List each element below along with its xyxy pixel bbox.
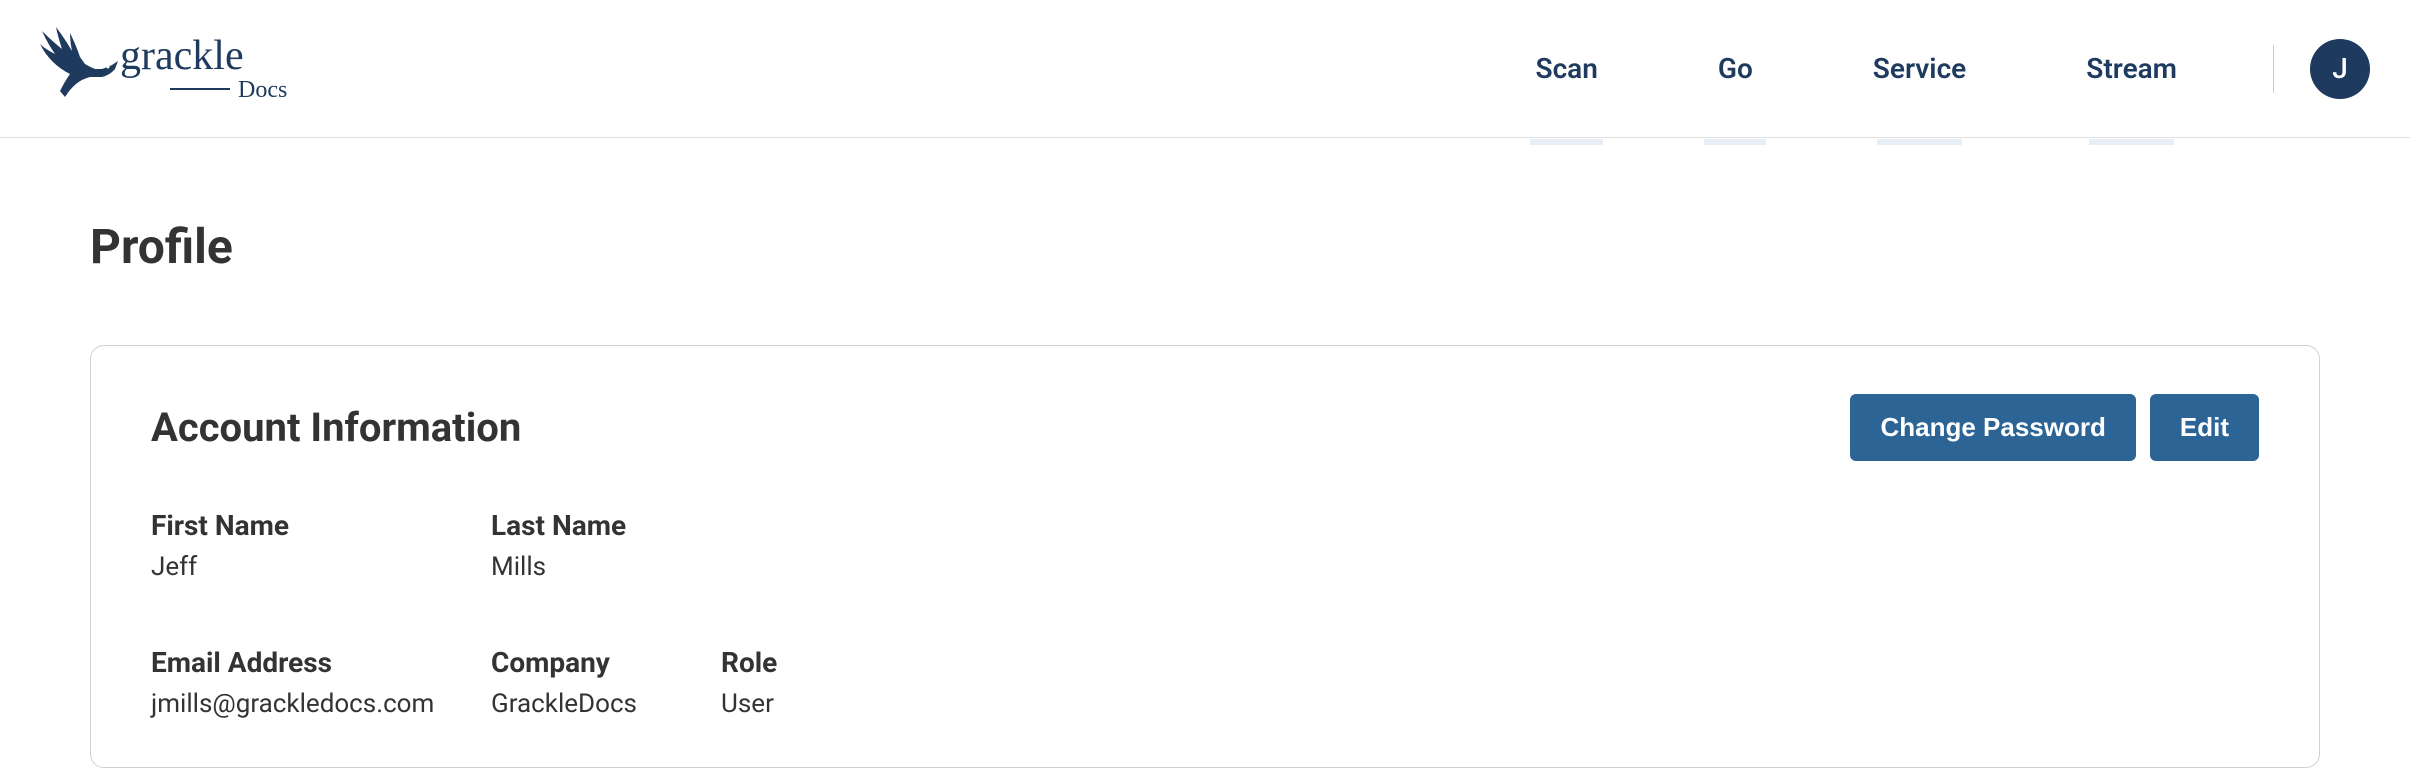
page-title: Profile [90, 218, 2320, 275]
company-value: GrackleDocs [491, 689, 721, 719]
nav-link-stream[interactable]: Stream [2026, 12, 2237, 125]
field-email: Email Address jmills@grackledocs.com [151, 646, 491, 719]
account-card: Account Information Change Password Edit… [90, 345, 2320, 768]
company-label: Company [491, 646, 721, 679]
last-name-value: Mills [491, 552, 831, 582]
first-name-value: Jeff [151, 552, 491, 582]
info-grid: First Name Jeff Last Name Mills Email Ad… [151, 509, 2259, 719]
nav-link-service[interactable]: Service [1813, 12, 2026, 125]
role-label: Role [721, 646, 951, 679]
logo[interactable]: grackle Docs [30, 19, 330, 119]
nav-link-scan[interactable]: Scan [1475, 12, 1657, 125]
bird-logo-icon: grackle Docs [30, 19, 330, 119]
card-title: Account Information [151, 404, 521, 451]
brand-name: grackle [120, 33, 244, 79]
button-group: Change Password Edit [1850, 394, 2259, 461]
nav-link-go[interactable]: Go [1658, 12, 1813, 125]
info-row-2: Email Address jmills@grackledocs.com Com… [151, 646, 2259, 719]
field-company: Company GrackleDocs [491, 646, 721, 719]
info-row-1: First Name Jeff Last Name Mills [151, 509, 2259, 582]
last-name-label: Last Name [491, 509, 831, 542]
field-role: Role User [721, 646, 951, 719]
brand-subname: Docs [238, 77, 287, 103]
header: grackle Docs Scan Go Service Stream J [0, 0, 2410, 138]
field-last-name: Last Name Mills [491, 509, 831, 582]
content: Profile Account Information Change Passw… [0, 138, 2410, 768]
nav-links: Scan Go Service Stream [1475, 12, 2237, 125]
email-label: Email Address [151, 646, 491, 679]
first-name-label: First Name [151, 509, 491, 542]
card-header: Account Information Change Password Edit [151, 394, 2259, 461]
nav-right: Scan Go Service Stream J [1475, 12, 2370, 125]
edit-button[interactable]: Edit [2150, 394, 2259, 461]
nav-divider [2273, 45, 2274, 93]
change-password-button[interactable]: Change Password [1850, 394, 2135, 461]
role-value: User [721, 689, 951, 719]
avatar[interactable]: J [2310, 39, 2370, 99]
email-value: jmills@grackledocs.com [151, 689, 491, 719]
field-first-name: First Name Jeff [151, 509, 491, 582]
